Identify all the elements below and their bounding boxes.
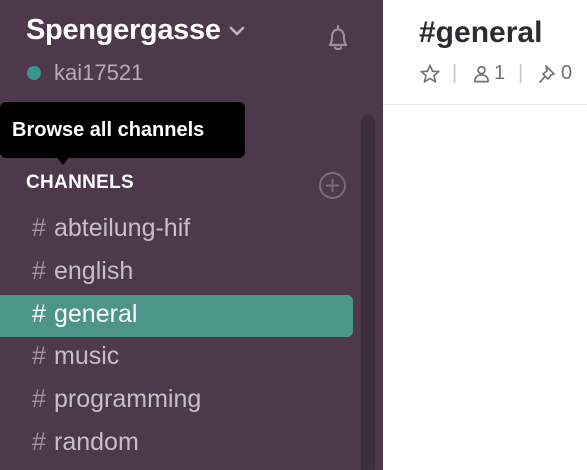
channel-name: random xyxy=(54,428,139,456)
channel-item-random[interactable]: # random xyxy=(0,423,353,465)
meta-separator: | xyxy=(452,62,458,84)
channel-hash: # xyxy=(32,342,46,370)
message-pane xyxy=(383,105,587,470)
channel-name: general xyxy=(54,300,138,328)
meta-separator: | xyxy=(518,62,524,84)
channel-hash: # xyxy=(32,385,46,413)
channel-header: #general | 1 | 0 xyxy=(383,0,587,105)
sidebar-scrollbar[interactable] xyxy=(361,115,375,470)
plus-circle-icon[interactable] xyxy=(318,171,347,200)
channel-hash: # xyxy=(32,257,46,285)
channel-name: music xyxy=(54,342,120,370)
channel-item-programming[interactable]: # programming xyxy=(0,380,353,422)
pin-icon[interactable] xyxy=(538,64,558,84)
channel-item-general[interactable]: # general xyxy=(0,295,353,337)
member-count[interactable]: 1 xyxy=(494,62,505,85)
presence-indicator xyxy=(27,66,41,80)
team-name[interactable]: Spengergasse xyxy=(26,14,221,47)
chevron-down-icon[interactable] xyxy=(228,24,246,38)
star-icon[interactable] xyxy=(419,63,441,85)
channel-title[interactable]: #general xyxy=(419,16,542,50)
username[interactable]: kai17521 xyxy=(54,60,143,86)
channel-name: programming xyxy=(54,385,202,413)
channel-item-music[interactable]: # music xyxy=(0,337,353,379)
tooltip: Browse all channels xyxy=(0,102,245,158)
channels-header[interactable]: CHANNELS xyxy=(26,172,134,194)
pinned-count[interactable]: 0 xyxy=(561,62,572,85)
channel-hash: # xyxy=(32,428,46,456)
channel-item-english[interactable]: # english xyxy=(0,252,353,294)
tooltip-arrow xyxy=(55,155,71,165)
channel-name: abteilung-hif xyxy=(54,214,191,242)
sidebar: Spengergasse kai17521 Browse all channel… xyxy=(0,0,383,470)
channel-item-abteilung-hif[interactable]: # abteilung-hif xyxy=(0,209,353,251)
tooltip-text: Browse all channels xyxy=(12,119,205,141)
channel-name: english xyxy=(54,257,134,285)
channel-hash: # xyxy=(32,300,46,328)
person-icon[interactable] xyxy=(472,64,491,84)
bell-icon[interactable] xyxy=(322,22,354,54)
channel-hash: # xyxy=(32,214,46,242)
